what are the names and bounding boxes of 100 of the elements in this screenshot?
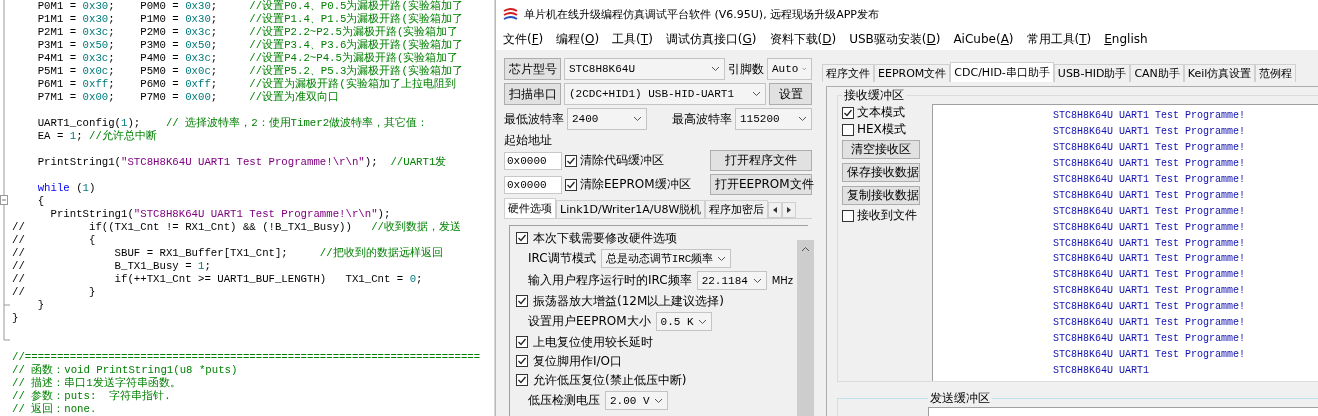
dropdown[interactable]: (2CDC+HID1) USB-HID-UART1 (564, 83, 766, 105)
address-field[interactable]: 0x0000 (504, 175, 562, 194)
tab[interactable]: USB-HID助手 (1053, 64, 1131, 82)
option-label: 输入用户程序运行时的IRC频率 (528, 272, 692, 289)
scan-port-button[interactable]: 扫描串口 (504, 83, 561, 105)
option-label: 振荡器放大增益(12M以上建议选择) (533, 292, 724, 310)
menu-item[interactable]: 文件(F) (502, 30, 545, 48)
scrollbar[interactable] (797, 226, 815, 416)
dropdown[interactable]: 2400 (567, 108, 647, 130)
tab[interactable]: 程序加密后 (705, 200, 769, 218)
received-line: STC8H8K64U UART1 (1053, 365, 1150, 378)
group-title: 发送缓冲区 (929, 390, 991, 407)
menu-item[interactable]: 常用工具(T) (1025, 30, 1093, 48)
receive-action-button[interactable]: 保存接收数据 (842, 163, 920, 182)
tab[interactable]: CAN助手 (1130, 64, 1184, 82)
start-address-label: 起始地址 (504, 131, 552, 149)
tab[interactable]: EEPROM文件 (874, 64, 951, 82)
received-line: STC8H8K64U UART1 Test Programme! (1053, 333, 1247, 347)
receive-action-button[interactable]: 清空接收区 (842, 140, 920, 159)
menu-item[interactable]: 资料下载(D) (768, 30, 838, 48)
max-baud-label: 最高波特率 (672, 110, 732, 128)
tab[interactable]: 范例程 (1255, 64, 1297, 82)
checkbox[interactable] (516, 295, 528, 307)
received-line: STC8H8K64U UART1 Test Programme! (1053, 301, 1247, 315)
chevron-down-icon (752, 91, 761, 97)
code-line: UART1_config(1); // 选择波特率，2：使用Timer2做波特率，其它值： (36, 117, 430, 130)
open-file-button[interactable]: 打开程序文件 (710, 150, 812, 171)
menu-item[interactable]: 编程(O) (555, 30, 601, 48)
received-line: STC8H8K64U UART1 Test Programme! (1053, 285, 1247, 299)
tab[interactable]: CDC/HID-串口助手 (950, 62, 1054, 82)
checkbox[interactable] (565, 178, 577, 191)
open-file-button[interactable]: 打开EEPROM文件 (710, 174, 812, 195)
dropdown[interactable]: 0.5 K (655, 312, 712, 331)
tab[interactable]: 硬件选项 (504, 198, 556, 218)
checkbox[interactable] (842, 209, 854, 222)
menu-item[interactable]: USB驱动安装(D) (848, 30, 942, 48)
option-label: IRC调节模式 (528, 250, 596, 267)
code-line: // if((TX1_Cnt != RX1_Cnt) && (!B_TX1_Busy)) //收到数据，发送 (12, 221, 462, 234)
code-line: // B_TX1_Busy = 1; (12, 260, 212, 273)
checkbox[interactable] (565, 154, 577, 167)
checkbox[interactable] (516, 336, 528, 348)
checkbox-label: 清除代码缓冲区 (580, 152, 664, 169)
tab[interactable]: Link1D/Writer1A/U8W脱机 (556, 200, 706, 218)
code-line: while (1) (36, 182, 97, 195)
checkbox[interactable] (516, 232, 528, 244)
chevron-down-icon (633, 116, 642, 122)
chevron-down-icon (752, 277, 762, 284)
received-line: STC8H8K64U UART1 Test Programme! (1053, 110, 1247, 123)
dropdown[interactable]: 22.1184 (696, 271, 767, 290)
receive-action-button[interactable]: 复制接收数据 (842, 186, 920, 205)
menu-item[interactable]: English (1103, 32, 1149, 46)
receive-text-area[interactable] (932, 104, 1318, 381)
received-line: STC8H8K64U UART1 Test Programme! (1053, 157, 1247, 171)
code-line: } (12, 312, 20, 325)
code-line: // 参数：puts: 字符串指针. (12, 390, 172, 403)
dropdown[interactable]: 2.00 V (605, 391, 668, 410)
tab[interactable]: 程序文件 (822, 64, 874, 82)
scroll-up-icon[interactable] (801, 246, 811, 252)
code-line: // { (12, 234, 97, 247)
send-text-area[interactable] (928, 407, 1318, 416)
dropdown[interactable]: STC8H8K64U (564, 58, 725, 80)
menu-item[interactable]: 调试仿真接口(G) (664, 30, 758, 48)
received-line: STC8H8K64U UART1 Test Programme! (1053, 221, 1247, 235)
code-line: PrintString1("STC8H8K64U UART1 Test Programme!\r\n"); //UART1发 (36, 156, 448, 169)
tab-scroll-right-button[interactable] (782, 202, 797, 218)
received-line: STC8H8K64U UART1 Test Programme! (1053, 141, 1247, 155)
received-line: STC8H8K64U UART1 Test Programme! (1053, 173, 1247, 187)
code-line: P4M1 = 0x3c; P4M0 = 0x3c; //设置P4.2~P4.5为漏极开路(实验箱加了 (36, 52, 460, 65)
triangle-left-icon (773, 207, 778, 213)
received-line: STC8H8K64U UART1 Test Programme! (1053, 317, 1247, 331)
code-line: } (36, 299, 46, 312)
code-line: // SBUF = RX1_Buffer[TX1_Cnt]; //把收到的数据远样返回 (12, 247, 444, 260)
dropdown[interactable]: Auto (767, 58, 812, 80)
checkbox-label: 清除EEPROM缓冲区 (580, 176, 691, 193)
tab-scroll-left-button[interactable] (768, 202, 783, 218)
min-baud-label: 最低波特率 (504, 110, 564, 128)
menu-item[interactable]: 工具(T) (611, 30, 654, 48)
chip-model-button[interactable]: 芯片型号 (504, 58, 561, 80)
code-line: // } (12, 286, 97, 299)
checkbox-label: HEX模式 (857, 121, 906, 138)
checkbox[interactable] (842, 123, 854, 136)
chevron-down-icon (798, 116, 807, 122)
checkbox[interactable] (516, 355, 528, 367)
code-line: P0M1 = 0x30; P0M0 = 0x30; //设置P0.4、P0.5为漏极开路(实验箱加了 (36, 0, 464, 13)
chevron-down-icon (717, 255, 727, 262)
dropdown[interactable]: 总是动态调节IRC频率 (600, 249, 732, 268)
checkbox[interactable] (842, 106, 854, 119)
code-line: P6M1 = 0xff; P6M0 = 0xff; //设置为漏极开路(实验箱加了上拉电阻到 (36, 78, 457, 91)
option-label: 低压检测电压 (528, 392, 600, 409)
menu-item[interactable]: AiCube(A) (952, 32, 1015, 46)
group-title: 接收缓冲区 (843, 87, 905, 104)
address-field[interactable]: 0x0000 (504, 151, 562, 170)
code-line: //======================================================================= (12, 351, 481, 364)
tab[interactable]: Keil仿真设置 (1183, 64, 1256, 82)
dropdown[interactable]: 115200 (735, 108, 812, 130)
code-line: // 返回：none. (12, 403, 98, 416)
code-line: P1M1 = 0x30; P1M0 = 0x30; //设置P1.4、P1.5为漏极开路(实验箱加了 (36, 13, 464, 26)
checkbox[interactable] (516, 374, 528, 386)
code-line: P2M1 = 0x3c; P2M0 = 0x3c; //设置P2.2~P2.5为漏极开路(实验箱加了 (36, 26, 460, 39)
settings-button[interactable]: 设置 (769, 83, 812, 105)
